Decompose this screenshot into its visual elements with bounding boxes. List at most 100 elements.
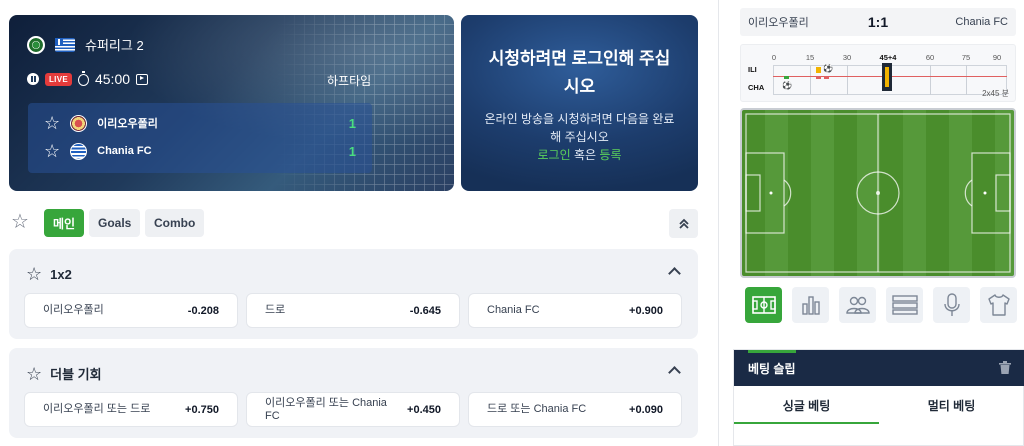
bet-slip-title: 베팅 슬립 [748,361,796,376]
goal-ball-icon: ⚽ [823,64,833,73]
timeline-tick: 15 [805,53,815,62]
league-row: 슈퍼리그 2 [27,35,144,54]
away-team-row: ☆ Chania FC 1 [44,142,356,160]
odd-value: +0.450 [407,403,441,416]
market-header: ☆ 1x2 [26,265,72,283]
favorite-star-icon[interactable]: ☆ [44,114,60,132]
odd-label: 드로 [265,304,286,316]
card-marker-icon [816,76,821,79]
list-icon [891,295,918,315]
odd-value: +0.750 [185,403,219,416]
soccer-ball-icon [27,35,45,54]
lineups-tool-button[interactable] [839,287,876,323]
away-team-name: Chania FC [97,145,152,157]
match-time-row: LIVE 45:00 [27,71,149,87]
tab-main[interactable]: 메인 [44,209,85,237]
favorite-star-icon[interactable]: ☆ [11,212,29,232]
video-icon[interactable] [136,73,149,85]
favorite-star-icon[interactable]: ☆ [44,142,60,160]
goal-ball-icon: ⚽ [782,81,792,90]
trash-icon[interactable] [999,361,1011,374]
timeline-tick: 30 [842,53,852,62]
timeline-home-abbr: ILI [748,65,757,74]
bet-slip: 베팅 슬립 싱글 베팅 멀티 베팅 [733,349,1024,446]
stream-auth-links: 로그인 혹은 등록 [461,146,698,163]
timeline-tick: 0 [771,53,777,62]
odd-label: Chania FC [487,304,540,316]
bet-slip-header: 베팅 슬립 [734,350,1024,386]
tab-single-bet[interactable]: 싱글 베팅 [734,386,879,424]
market-1x2: ☆ 1x2 이리오우폴리 -0.208 드로 -0.645 Chania FC … [9,249,698,339]
odd-button[interactable]: Chania FC +0.900 [468,293,682,328]
events-tool-button[interactable] [886,287,923,323]
live-stream-card: 시청하려면 로그인해 주십시오 온라인 방송을 시청하려면 다음을 완료해 주십… [461,15,698,191]
commentary-tool-button[interactable] [933,287,970,323]
odd-value: +0.090 [629,403,663,416]
main-content: 슈퍼리그 2 LIVE 45:00 하프타임 ☆ 이리오우폴리 1 ☆ Chan… [0,0,705,446]
scoreboard-away: Chania FC [955,16,1008,28]
away-team-score: 1 [348,143,356,159]
match-status: 하프타임 [327,74,372,88]
timeline-tick: 90 [992,53,1002,62]
event-marker-icon [784,76,789,79]
odd-label: 드로 또는 Chania FC [487,403,587,415]
league-name[interactable]: 슈퍼리그 2 [85,35,144,54]
register-link[interactable]: 등록 [599,148,621,162]
market-title: 1x2 [50,266,72,282]
stream-login-title: 시청하려면 로그인해 주십시오 [488,49,671,96]
odds-row: 이리오우폴리 또는 드로 +0.750 이리오우폴리 또는 Chania FC … [24,392,682,427]
greece-flag-icon [55,37,75,52]
odds-row: 이리오우폴리 -0.208 드로 -0.645 Chania FC +0.900 [24,293,682,328]
stats-icon [801,296,820,315]
timeline-tick: 45+4 [879,53,897,62]
tab-combo[interactable]: Combo [145,209,205,237]
odd-value: -0.645 [409,304,441,317]
stream-description: 온라인 방송을 시청하려면 다음을 완료해 주십시오 [484,112,675,144]
match-timeline: 0 15 30 45+4 60 75 90 ILI CHA ⚽ ⚽ 2x45 분 [740,44,1016,102]
live-badge: LIVE [45,72,72,86]
timeline-duration: 2x45 분 [982,89,1009,98]
login-link[interactable]: 로그인 [538,148,571,162]
chevron-up-icon[interactable] [668,364,680,376]
double-chevron-up-icon [678,218,689,229]
timeline-away-abbr: CHA [748,83,765,92]
odd-button[interactable]: 이리오우폴리 또는 Chania FC +0.450 [246,392,460,427]
tab-multi-bet[interactable]: 멀티 베팅 [879,386,1024,424]
collapse-all-button[interactable] [669,209,698,238]
chevron-up-icon[interactable] [668,265,680,277]
away-team-crest-icon [70,142,88,160]
market-title: 더블 기회 [50,367,102,382]
market-double-chance: ☆ 더블 기회 이리오우폴리 또는 드로 +0.750 이리오우폴리 또는 Ch… [9,348,698,438]
teams-box: ☆ 이리오우폴리 1 ☆ Chania FC 1 [28,103,372,173]
odd-button[interactable]: 이리오우폴리 또는 드로 +0.750 [24,392,238,427]
odd-label: 이리오우폴리 [43,304,104,316]
stats-tool-button[interactable] [792,287,829,323]
or-text: 혹은 [573,148,597,162]
column-divider [718,0,719,446]
odd-value: -0.208 [187,304,219,317]
home-team-row: ☆ 이리오우폴리 1 [44,114,356,132]
odd-button[interactable]: 드로 또는 Chania FC +0.090 [468,392,682,427]
scoreboard: 이리오우폴리 1:1 Chania FC [740,8,1016,36]
lineups-icon [845,296,870,314]
favorite-star-icon[interactable]: ☆ [26,365,42,383]
microphone-icon [943,293,960,316]
favorite-star-icon[interactable]: ☆ [26,265,42,283]
match-clock: 45:00 [94,71,131,87]
timeline-tick: 75 [961,53,971,62]
match-card: 슈퍼리그 2 LIVE 45:00 하프타임 ☆ 이리오우폴리 1 ☆ Chan… [9,15,454,191]
kits-tool-button[interactable] [980,287,1017,323]
pause-icon [27,73,39,85]
halftime-marker [882,63,892,91]
jersey-icon [987,294,1010,316]
pitch-tool-button[interactable] [745,287,782,323]
yellow-card-icon [816,67,821,73]
market-tab-bar: ☆ 메인 Goals Combo [9,208,698,240]
home-team-name: 이리오우폴리 [97,118,158,130]
tab-goals[interactable]: Goals [89,209,141,237]
pitch-visualization [740,108,1016,278]
card-marker-icon [824,76,829,79]
odd-button[interactable]: 이리오우폴리 -0.208 [24,293,238,328]
odd-button[interactable]: 드로 -0.645 [246,293,460,328]
pitch-lines [745,113,1011,273]
